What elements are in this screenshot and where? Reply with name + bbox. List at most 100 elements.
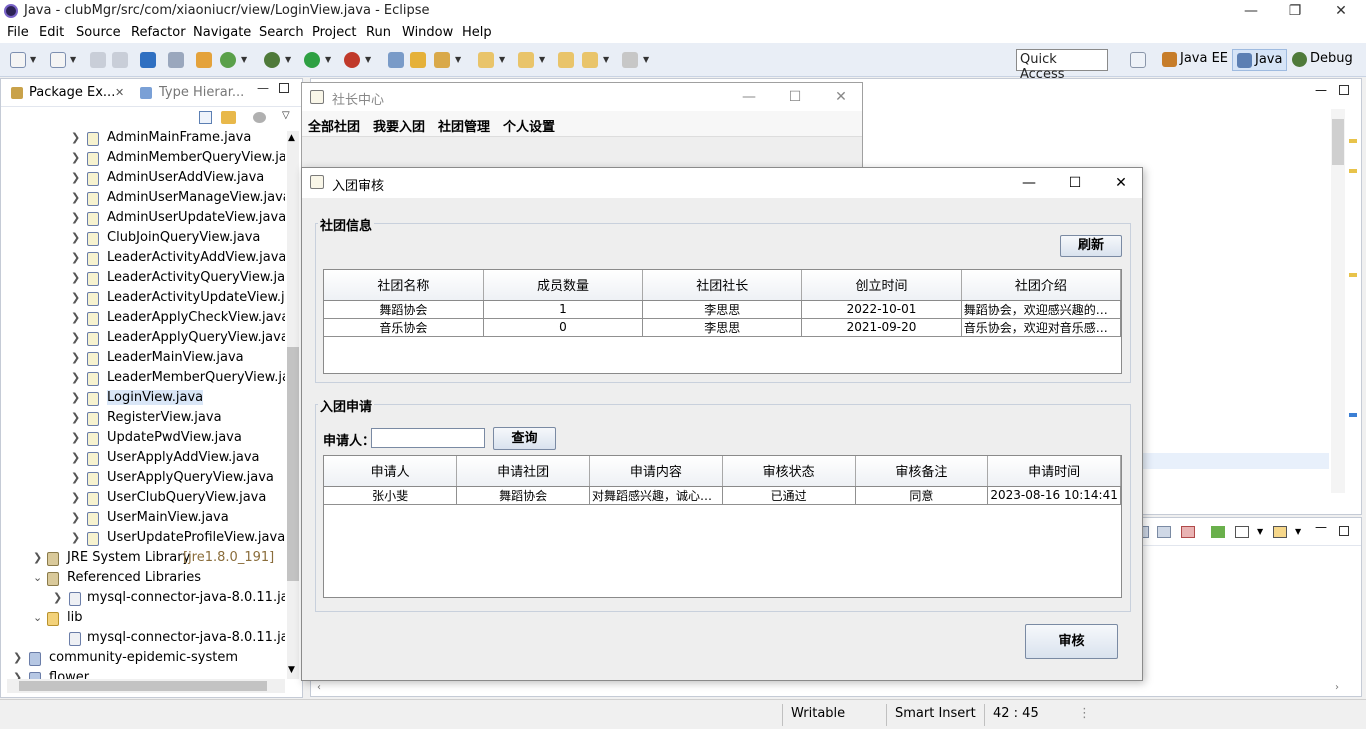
menu-search[interactable]: Search bbox=[259, 25, 304, 40]
open-type-icon[interactable] bbox=[388, 52, 404, 68]
table-row[interactable]: 张小斐 舞蹈协会 对舞蹈感兴趣，诚心加… 已通过 同意 2023-08-16 1… bbox=[324, 486, 1121, 505]
editor-vertical-scrollbar[interactable] bbox=[1331, 109, 1345, 493]
menu-edit[interactable]: Edit bbox=[39, 25, 64, 40]
table-cell[interactable]: 舞蹈协会 bbox=[456, 486, 590, 505]
menu-all-clubs[interactable]: 全部社团 bbox=[308, 116, 360, 135]
apply-table-header[interactable]: 申请社团 bbox=[456, 456, 590, 487]
table-cell[interactable]: 音乐协会 bbox=[324, 318, 484, 337]
expand-icon[interactable]: ❯ bbox=[71, 271, 80, 284]
open-perspective-icon[interactable] bbox=[1130, 52, 1146, 68]
position-marker-icon[interactable] bbox=[1349, 413, 1357, 417]
expand-icon[interactable]: ❯ bbox=[71, 171, 80, 184]
maximize-panel-icon[interactable] bbox=[1339, 526, 1349, 536]
table-row[interactable]: 舞蹈协会 1 李思思 2022-10-01 舞蹈协会，欢迎感兴趣的加… bbox=[324, 300, 1121, 319]
open-console-icon[interactable] bbox=[1235, 526, 1249, 538]
expand-icon[interactable]: ❯ bbox=[71, 251, 80, 264]
back-icon[interactable] bbox=[582, 52, 598, 68]
menu-join-club[interactable]: 我要入团 bbox=[373, 116, 425, 135]
save-all-icon[interactable] bbox=[112, 52, 128, 68]
table-cell[interactable]: 已通过 bbox=[722, 486, 856, 505]
package-tree-vertical-scrollbar[interactable]: ▲ ▼ bbox=[287, 131, 299, 679]
table-cell[interactable]: 李思思 bbox=[642, 300, 803, 319]
expand-icon[interactable]: ❯ bbox=[13, 651, 22, 664]
applicant-input[interactable] bbox=[371, 428, 485, 448]
club-table-header[interactable]: 创立时间 bbox=[801, 270, 962, 301]
maximize-view-icon[interactable] bbox=[279, 83, 289, 93]
pin-console-icon[interactable] bbox=[1157, 526, 1171, 538]
build-icon[interactable] bbox=[196, 52, 212, 68]
apply-table-header[interactable]: 审核备注 bbox=[855, 456, 989, 487]
expand-icon[interactable]: ❯ bbox=[71, 211, 80, 224]
minimize-dialog-button[interactable]: — bbox=[1006, 168, 1052, 198]
close-window-button[interactable]: ✕ bbox=[818, 83, 864, 111]
tab-type-hierarchy[interactable]: Type Hierar... bbox=[159, 85, 244, 100]
expand-icon[interactable]: ❯ bbox=[53, 591, 62, 604]
scroll-thumb[interactable] bbox=[1332, 119, 1344, 165]
expand-icon[interactable]: ❯ bbox=[71, 411, 80, 424]
menu-navigate[interactable]: Navigate bbox=[193, 25, 251, 40]
table-cell[interactable]: 1 bbox=[483, 300, 644, 319]
scroll-thumb[interactable] bbox=[287, 347, 299, 581]
back-dropdown-icon[interactable]: ▼ bbox=[603, 55, 609, 64]
view-menu-icon[interactable]: ▽ bbox=[282, 110, 290, 121]
apply-table-header[interactable]: 申请人 bbox=[324, 456, 458, 487]
save-icon[interactable] bbox=[90, 52, 106, 68]
menu-window[interactable]: Window bbox=[402, 25, 453, 40]
skip-breakpoints-icon[interactable] bbox=[168, 52, 184, 68]
expand-icon[interactable]: ❯ bbox=[71, 371, 80, 384]
perspective-debug[interactable]: Debug bbox=[1288, 49, 1357, 71]
status-grip-icon[interactable]: ⋮ bbox=[1078, 706, 1091, 721]
refresh-button[interactable]: 刷新 bbox=[1060, 235, 1122, 257]
focus-task-icon[interactable] bbox=[253, 112, 266, 123]
review-button[interactable]: 审核 bbox=[1025, 624, 1118, 659]
minimize-view-icon[interactable]: — bbox=[257, 81, 269, 95]
warning-marker-icon[interactable] bbox=[1349, 273, 1357, 277]
forward-icon[interactable] bbox=[622, 52, 638, 68]
expand-icon[interactable]: ❯ bbox=[71, 391, 80, 404]
menu-source[interactable]: Source bbox=[76, 25, 121, 40]
pen-icon[interactable] bbox=[434, 52, 450, 68]
expand-icon[interactable]: ❯ bbox=[71, 431, 80, 444]
club-table-header[interactable]: 社团名称 bbox=[324, 270, 484, 301]
table-cell[interactable]: 张小斐 bbox=[324, 486, 458, 505]
tab-package-explorer[interactable]: Package Ex... bbox=[29, 85, 115, 100]
scroll-up-icon[interactable]: ▲ bbox=[288, 133, 295, 143]
collapse-all-icon[interactable] bbox=[199, 111, 212, 124]
prev-annotation-icon[interactable] bbox=[518, 52, 534, 68]
scroll-right-icon[interactable]: › bbox=[1335, 682, 1339, 693]
restore-window-button[interactable]: ❐ bbox=[1272, 0, 1318, 22]
external-tools-dropdown-icon[interactable]: ▼ bbox=[365, 55, 371, 64]
minimize-panel-icon[interactable]: — bbox=[1315, 520, 1327, 534]
menu-club-manage[interactable]: 社团管理 bbox=[438, 116, 490, 135]
forward-dropdown-icon[interactable]: ▼ bbox=[643, 55, 649, 64]
minimize-window-button[interactable]: — bbox=[726, 83, 772, 111]
minimize-editor-icon[interactable]: — bbox=[1315, 83, 1327, 97]
expand-icon[interactable]: ❯ bbox=[71, 231, 80, 244]
close-tab-icon[interactable]: ✕ bbox=[115, 86, 124, 99]
remove-launch-icon[interactable] bbox=[1181, 526, 1195, 538]
menu-project[interactable]: Project bbox=[312, 25, 356, 40]
expand-icon[interactable]: ❯ bbox=[13, 671, 22, 679]
run-icon[interactable] bbox=[304, 52, 320, 68]
run-dropdown-icon[interactable]: ▼ bbox=[325, 55, 331, 64]
debug-icon[interactable] bbox=[264, 52, 280, 68]
close-window-button[interactable]: ✕ bbox=[1318, 0, 1364, 22]
maximize-window-button[interactable]: ☐ bbox=[772, 83, 818, 111]
club-table[interactable]: 社团名称 成员数量 社团社长 创立时间 社团介绍 舞蹈协会 1 李思思 2022… bbox=[323, 269, 1122, 374]
warning-marker-icon[interactable] bbox=[1349, 139, 1357, 143]
new-icon[interactable] bbox=[10, 52, 26, 68]
collapse-icon[interactable]: ⌄ bbox=[33, 571, 42, 584]
expand-icon[interactable]: ❯ bbox=[71, 531, 80, 544]
perspective-java[interactable]: Java bbox=[1232, 49, 1288, 71]
prev-annotation-dropdown-icon[interactable]: ▼ bbox=[539, 55, 545, 64]
refresh-icon[interactable] bbox=[220, 52, 236, 68]
table-cell[interactable]: 2022-10-01 bbox=[801, 300, 962, 319]
display-console-icon[interactable] bbox=[1211, 526, 1225, 538]
table-cell[interactable]: 同意 bbox=[855, 486, 989, 505]
menu-run[interactable]: Run bbox=[366, 25, 391, 40]
table-cell[interactable]: 舞蹈协会 bbox=[324, 300, 484, 319]
scroll-thumb[interactable] bbox=[19, 681, 267, 691]
new-console-icon[interactable] bbox=[1273, 526, 1287, 538]
expand-icon[interactable]: ❯ bbox=[33, 551, 42, 564]
expand-icon[interactable]: ❯ bbox=[71, 151, 80, 164]
